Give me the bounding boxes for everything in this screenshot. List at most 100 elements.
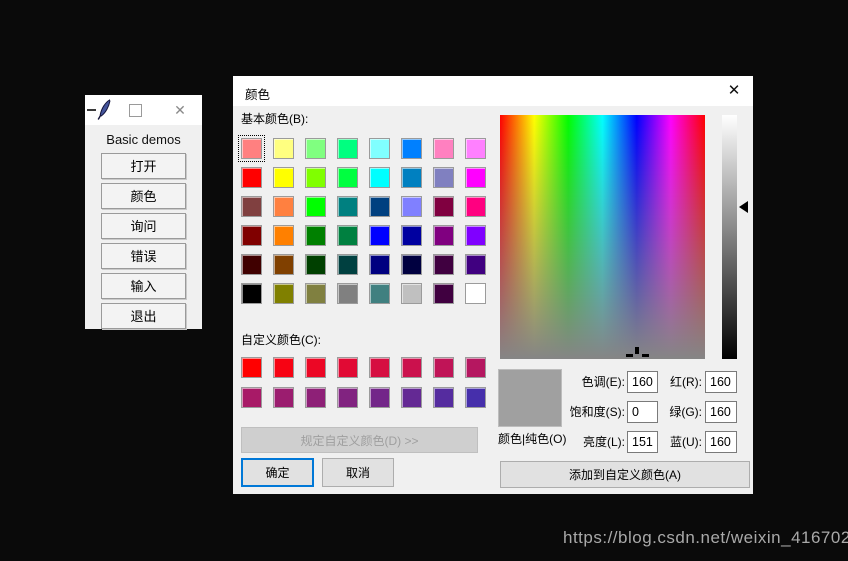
basic-color-swatch-7[interactable] — [465, 138, 486, 159]
luminance-label: 亮度(L): — [551, 431, 625, 453]
basic-color-swatch-3[interactable] — [337, 138, 358, 159]
red-input[interactable]: 160 — [705, 371, 737, 393]
basic-color-swatch-46[interactable] — [433, 283, 454, 304]
custom-color-swatch-13[interactable] — [401, 387, 422, 408]
basic-color-swatch-1[interactable] — [273, 138, 294, 159]
demo-window-titlebar[interactable]: ✕ — [85, 95, 202, 125]
custom-color-swatch-5[interactable] — [401, 357, 422, 378]
basic-color-swatch-21[interactable] — [401, 196, 422, 217]
demo-button-2[interactable]: 询问 — [101, 213, 186, 239]
basic-color-swatch-26[interactable] — [305, 225, 326, 246]
custom-color-swatch-9[interactable] — [273, 387, 294, 408]
basic-color-swatch-29[interactable] — [401, 225, 422, 246]
basic-color-swatch-25[interactable] — [273, 225, 294, 246]
basic-color-swatch-10[interactable] — [305, 167, 326, 188]
basic-color-swatch-17[interactable] — [273, 196, 294, 217]
basic-color-swatch-36[interactable] — [369, 254, 390, 275]
define-custom-colors-button: 规定自定义颜色(D) >> — [241, 427, 478, 453]
blue-input[interactable]: 160 — [705, 431, 737, 453]
basic-color-swatch-28[interactable] — [369, 225, 390, 246]
basic-color-swatch-20[interactable] — [369, 196, 390, 217]
basic-color-swatch-13[interactable] — [401, 167, 422, 188]
basic-color-swatch-38[interactable] — [433, 254, 454, 275]
basic-color-swatch-24[interactable] — [241, 225, 262, 246]
custom-color-swatch-8[interactable] — [241, 387, 262, 408]
basic-color-swatch-30[interactable] — [433, 225, 454, 246]
basic-color-swatch-19[interactable] — [337, 196, 358, 217]
custom-color-swatch-10[interactable] — [305, 387, 326, 408]
basic-color-swatch-16[interactable] — [241, 196, 262, 217]
dialog-titlebar[interactable]: 颜色 ✕ — [233, 76, 753, 106]
basic-color-swatch-14[interactable] — [433, 167, 454, 188]
demo-window: ✕ Basic demos 打开颜色询问错误输入退出 — [85, 95, 202, 329]
basic-color-swatch-2[interactable] — [305, 138, 326, 159]
demo-button-3[interactable]: 错误 — [101, 243, 186, 269]
basic-color-swatch-33[interactable] — [273, 254, 294, 275]
huesat-marker[interactable] — [635, 347, 639, 354]
basic-color-swatch-35[interactable] — [337, 254, 358, 275]
custom-color-swatch-15[interactable] — [465, 387, 486, 408]
demo-button-1[interactable]: 颜色 — [101, 183, 186, 209]
tk-feather-underline-icon — [87, 109, 96, 111]
custom-colors-label: 自定义颜色(C): — [241, 331, 321, 348]
basic-color-swatch-32[interactable] — [241, 254, 262, 275]
basic-color-swatch-47[interactable] — [465, 283, 486, 304]
basic-color-swatch-18[interactable] — [305, 196, 326, 217]
saturation-input[interactable]: 0 — [627, 401, 658, 423]
ok-button[interactable]: 确定 — [241, 458, 314, 487]
demo-button-5[interactable]: 退出 — [101, 303, 186, 329]
basic-color-swatch-0[interactable] — [241, 138, 262, 159]
cancel-button[interactable]: 取消 — [322, 458, 394, 487]
blue-label: 蓝(U): — [657, 431, 702, 453]
luminance-slider-arrow[interactable] — [739, 201, 748, 213]
basic-color-swatch-31[interactable] — [465, 225, 486, 246]
demo-close-icon[interactable]: ✕ — [171, 101, 189, 119]
hue-saturation-field[interactable] — [500, 115, 705, 359]
basic-color-swatch-9[interactable] — [273, 167, 294, 188]
basic-color-swatch-42[interactable] — [305, 283, 326, 304]
dialog-close-icon[interactable]: ✕ — [725, 82, 743, 100]
custom-color-swatch-0[interactable] — [241, 357, 262, 378]
maximize-icon[interactable] — [129, 104, 142, 117]
basic-color-swatch-5[interactable] — [401, 138, 422, 159]
basic-color-swatch-27[interactable] — [337, 225, 358, 246]
demo-button-list: 打开颜色询问错误输入退出 — [85, 153, 202, 329]
custom-color-swatch-12[interactable] — [369, 387, 390, 408]
luminance-input[interactable]: 151 — [627, 431, 658, 453]
custom-color-swatch-3[interactable] — [337, 357, 358, 378]
basic-color-swatch-15[interactable] — [465, 167, 486, 188]
custom-color-swatch-11[interactable] — [337, 387, 358, 408]
green-input[interactable]: 160 — [705, 401, 737, 423]
basic-color-swatch-34[interactable] — [305, 254, 326, 275]
luminance-bar[interactable] — [722, 115, 737, 359]
basic-color-swatch-44[interactable] — [369, 283, 390, 304]
demo-button-4[interactable]: 输入 — [101, 273, 186, 299]
demo-button-0[interactable]: 打开 — [101, 153, 186, 179]
basic-color-swatch-4[interactable] — [369, 138, 390, 159]
custom-color-swatch-1[interactable] — [273, 357, 294, 378]
watermark-url: https://blog.csdn.net/weixin_41670255 — [563, 528, 848, 548]
basic-colors-grid — [241, 138, 486, 304]
basic-color-swatch-11[interactable] — [337, 167, 358, 188]
custom-color-swatch-14[interactable] — [433, 387, 454, 408]
basic-color-swatch-8[interactable] — [241, 167, 262, 188]
color-dialog: 颜色 ✕ 基本颜色(B): 自定义颜色(C): 规定自定义颜色(D) >> 确定… — [233, 76, 753, 494]
basic-color-swatch-22[interactable] — [433, 196, 454, 217]
basic-color-swatch-41[interactable] — [273, 283, 294, 304]
add-to-custom-colors-button[interactable]: 添加到自定义颜色(A) — [500, 461, 750, 488]
green-label: 绿(G): — [657, 401, 702, 423]
custom-color-swatch-7[interactable] — [465, 357, 486, 378]
custom-color-swatch-4[interactable] — [369, 357, 390, 378]
basic-color-swatch-40[interactable] — [241, 283, 262, 304]
custom-color-swatch-2[interactable] — [305, 357, 326, 378]
basic-color-swatch-43[interactable] — [337, 283, 358, 304]
basic-color-swatch-6[interactable] — [433, 138, 454, 159]
basic-color-swatch-45[interactable] — [401, 283, 422, 304]
basic-color-swatch-23[interactable] — [465, 196, 486, 217]
basic-color-swatch-39[interactable] — [465, 254, 486, 275]
basic-color-swatch-37[interactable] — [401, 254, 422, 275]
custom-color-swatch-6[interactable] — [433, 357, 454, 378]
hue-input[interactable]: 160 — [627, 371, 658, 393]
basic-color-swatch-12[interactable] — [369, 167, 390, 188]
desktop: ✕ Basic demos 打开颜色询问错误输入退出 颜色 ✕ 基本颜色(B):… — [0, 0, 848, 561]
